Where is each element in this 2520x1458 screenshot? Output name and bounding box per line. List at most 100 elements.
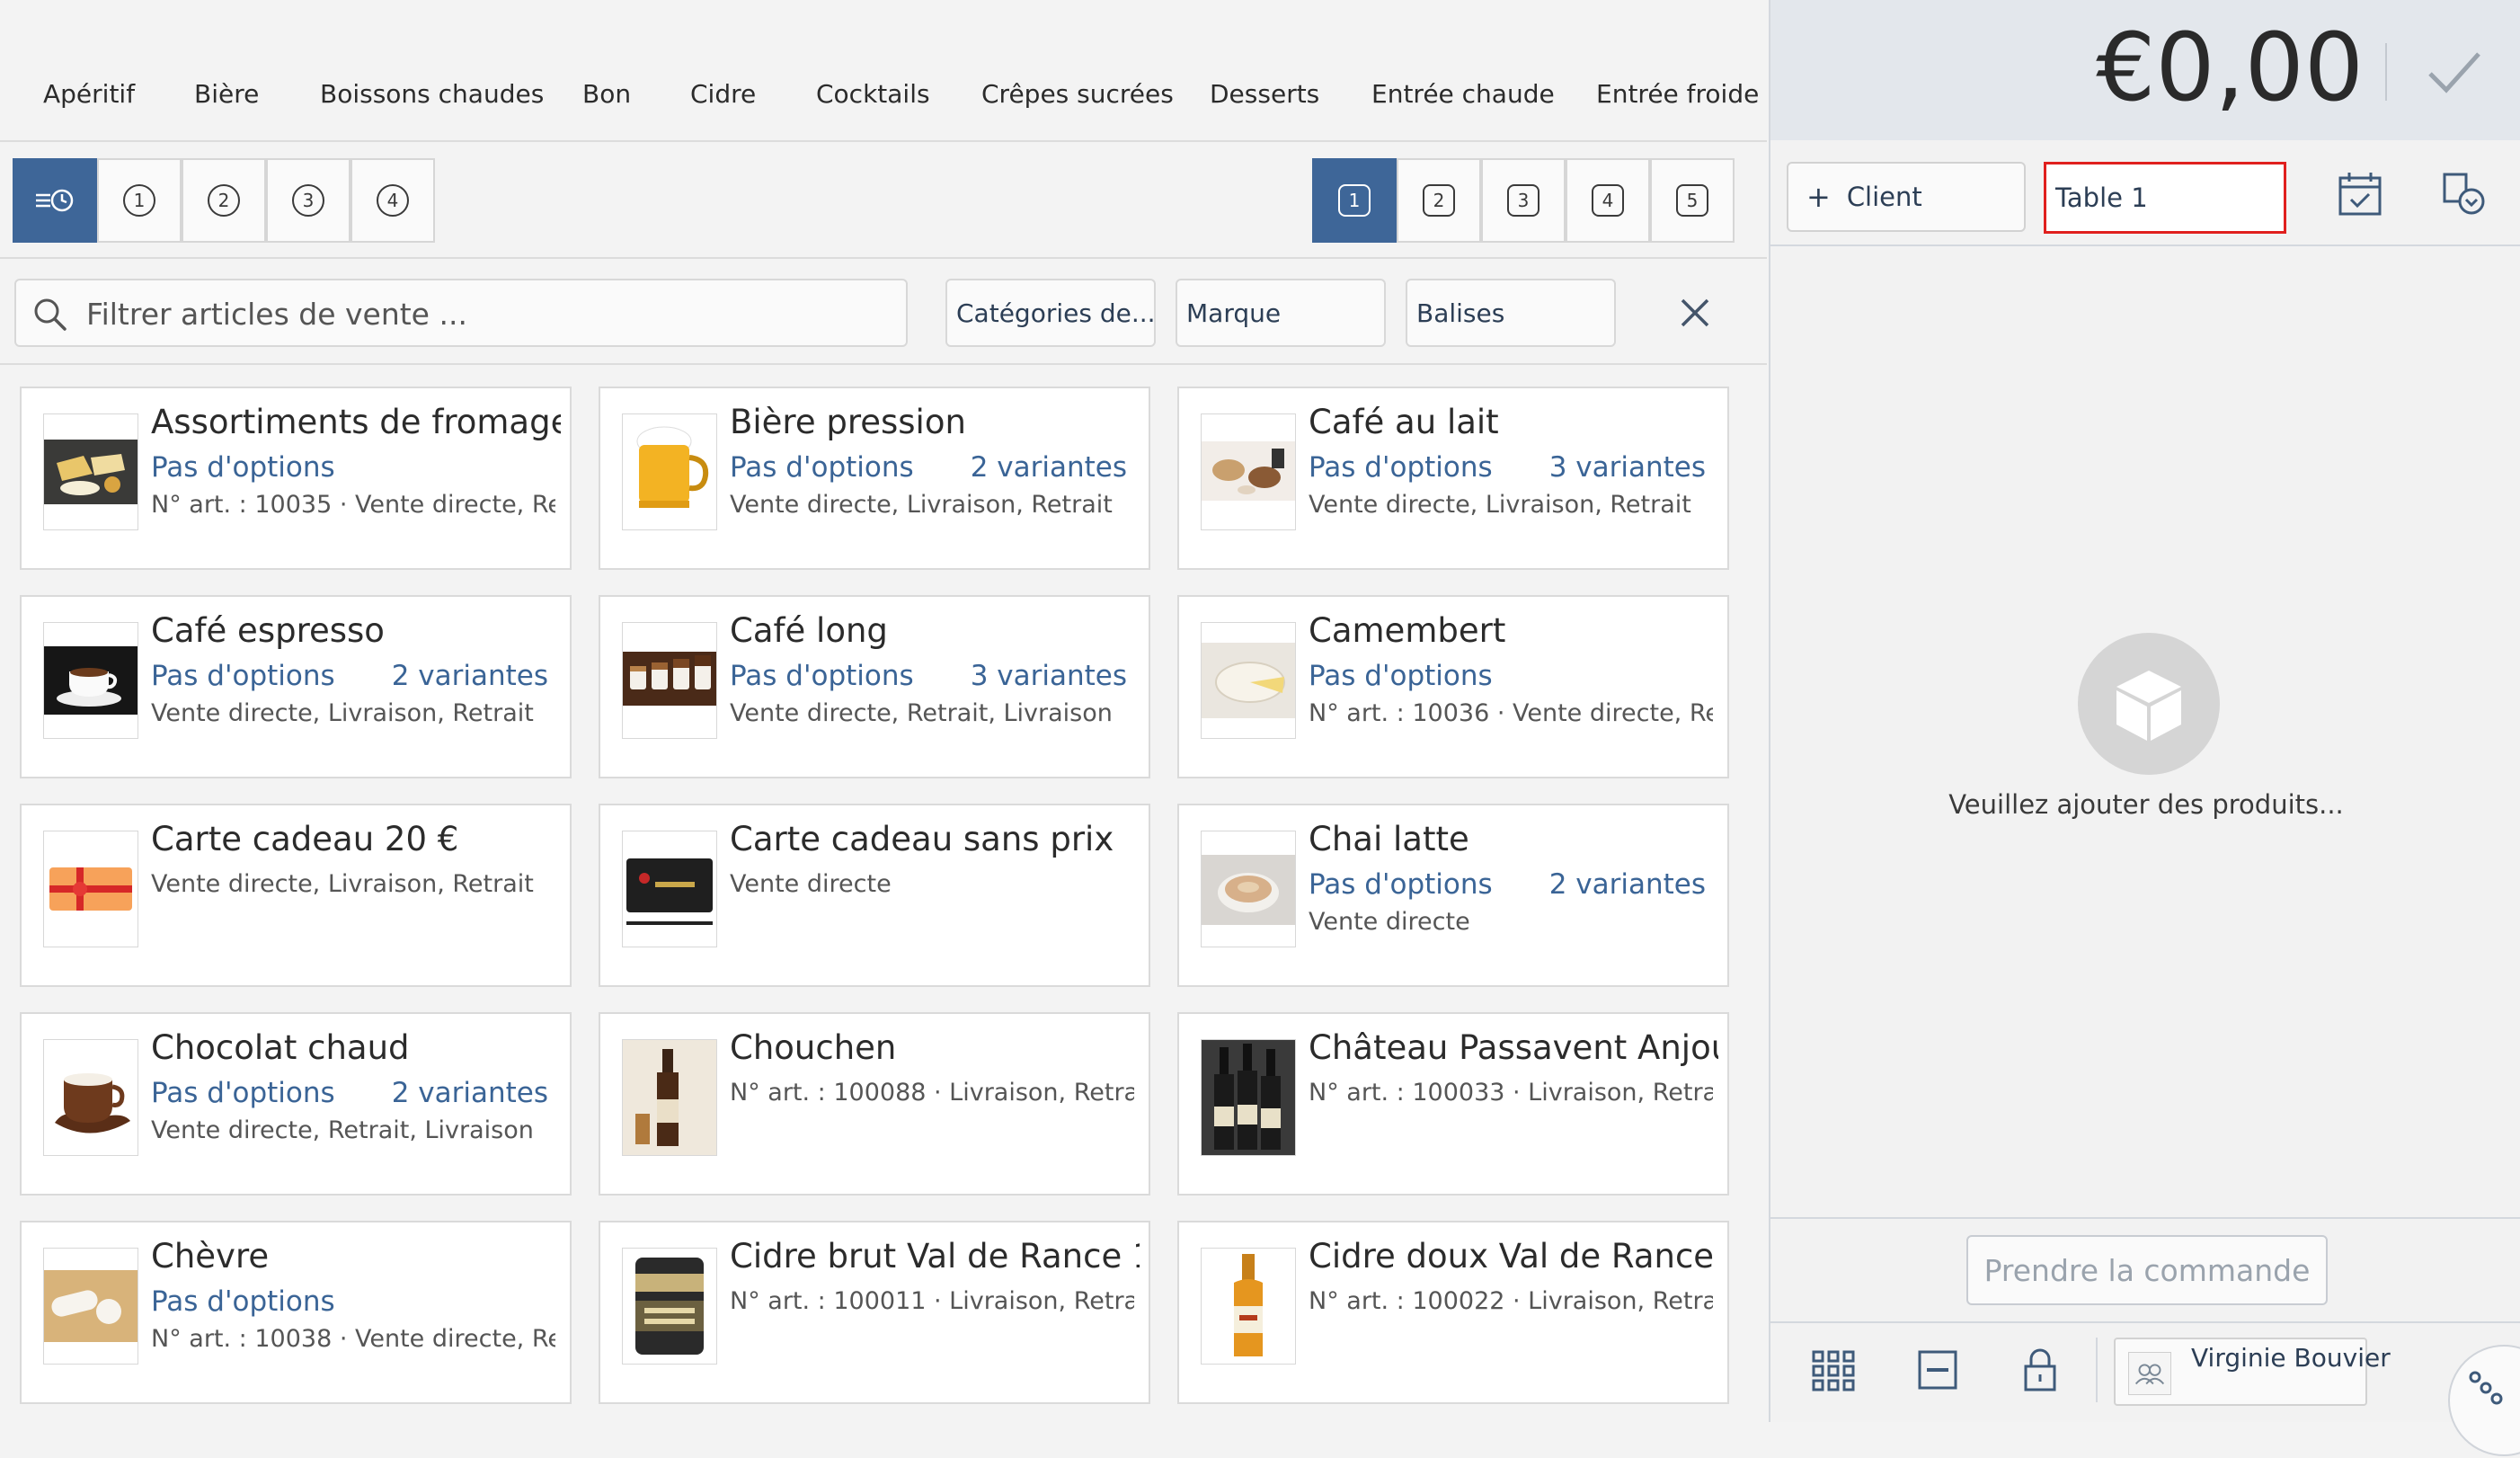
cafe-au-lait-image	[1201, 413, 1296, 530]
search-input[interactable]	[84, 280, 879, 347]
divider	[1770, 1321, 2520, 1323]
client-button-label: Client	[1846, 182, 1922, 212]
course-button-3[interactable]: 3	[266, 158, 350, 243]
product-card[interactable]: Chèvre Pas d'options N° art. : 10038 · V…	[20, 1221, 572, 1404]
corner-menu-handle[interactable]	[2448, 1345, 2520, 1456]
product-meta: N° art. : 10035 · Vente directe, Re...	[151, 491, 555, 519]
category-tab[interactable]: Crêpes sucrées	[981, 79, 1174, 109]
cidre-brut-can-image	[622, 1248, 717, 1365]
product-card[interactable]: Chocolat chaud Pas d'options 2 variantes…	[20, 1012, 572, 1196]
divider	[0, 257, 1767, 259]
category-filter-dropdown[interactable]: Catégories de...	[945, 279, 1156, 347]
product-card[interactable]: Bière pression Pas d'options 2 variantes…	[599, 387, 1150, 570]
product-meta: N° art. : 100011 · Livraison, Retra...	[730, 1287, 1134, 1315]
gift-card-image	[43, 831, 138, 947]
product-card[interactable]: Café espresso Pas d'options 2 variantes …	[20, 595, 572, 778]
product-name: Carte cadeau sans prix	[730, 820, 1114, 858]
category-tab[interactable]: Desserts	[1210, 79, 1319, 109]
seat-number: 1	[1338, 184, 1371, 217]
seat-button-5[interactable]: 5	[1650, 158, 1735, 243]
seat-button-2[interactable]: 2	[1397, 158, 1481, 243]
calendar-check-icon[interactable]	[2335, 169, 2385, 219]
chai-latte-image	[1201, 831, 1296, 947]
dots-icon	[2469, 1371, 2503, 1405]
brand-filter-dropdown[interactable]: Marque	[1176, 279, 1386, 347]
beer-mug-image	[622, 413, 717, 530]
product-name: Carte cadeau 20 €	[151, 820, 459, 858]
course-timer-button[interactable]	[13, 158, 97, 243]
course-button-2[interactable]: 2	[182, 158, 266, 243]
add-client-button[interactable]: + Client	[1787, 162, 2026, 232]
product-card[interactable]: Carte cadeau 20 € Vente directe, Livrais…	[20, 804, 572, 987]
product-meta: N° art. : 100022 · Livraison, Retra...	[1309, 1287, 1713, 1315]
transfer-order-icon[interactable]	[2439, 169, 2489, 219]
category-tab[interactable]: Bon	[582, 79, 631, 109]
search-icon	[34, 298, 67, 331]
divider	[2385, 43, 2387, 101]
goat-cheese-image	[43, 1248, 138, 1365]
product-options: Pas d'options	[1309, 868, 1493, 901]
product-variants: 3 variantes	[1548, 451, 1706, 484]
wine-bottles-image	[1201, 1039, 1296, 1156]
product-meta: Vente directe	[730, 870, 892, 898]
product-name: Assortiments de fromage.	[151, 403, 561, 441]
product-variants: 2 variantes	[391, 660, 548, 692]
seat-button-1[interactable]: 1	[1312, 158, 1397, 243]
product-card[interactable]: Cidre doux Val de Rance 1L N° art. : 100…	[1177, 1221, 1729, 1404]
lock-icon[interactable]	[2015, 1345, 2065, 1395]
product-name: Chouchen	[730, 1028, 897, 1067]
seat-number: 5	[1676, 184, 1708, 217]
course-button-4[interactable]: 4	[350, 158, 435, 243]
category-tab[interactable]: Entrée chaude	[1371, 79, 1555, 109]
seat-number: 3	[1507, 184, 1540, 217]
category-tab[interactable]: Entrée froide	[1596, 79, 1759, 109]
category-tab[interactable]: Apéritif	[43, 79, 135, 109]
product-meta: Vente directe, Retrait, Livraison	[151, 1116, 534, 1144]
divider	[1770, 244, 2520, 246]
product-variants: 2 variantes	[391, 1077, 548, 1109]
product-name: Cidre doux Val de Rance 1L	[1309, 1237, 1718, 1276]
product-card[interactable]: Chai latte Pas d'options 2 variantes Ven…	[1177, 804, 1729, 987]
product-meta: N° art. : 100088 · Livraison, Retra...	[730, 1079, 1134, 1107]
minimize-icon[interactable]	[1912, 1345, 1963, 1395]
cidre-doux-bottle-image	[1201, 1248, 1296, 1365]
product-variants: 3 variantes	[970, 660, 1127, 692]
product-name: Chai latte	[1309, 820, 1469, 858]
take-order-button[interactable]: Prendre la commande	[1966, 1235, 2328, 1305]
seat-number: 4	[1592, 184, 1624, 217]
product-card[interactable]: Carte cadeau sans prix Vente directe	[599, 804, 1150, 987]
product-meta: Vente directe, Livraison, Retrait	[151, 870, 534, 898]
tags-filter-dropdown[interactable]: Balises	[1406, 279, 1616, 347]
product-card[interactable]: Château Passavent Anjou N° art. : 100033…	[1177, 1012, 1729, 1196]
search-box[interactable]	[14, 279, 908, 347]
category-tab[interactable]: Bière	[194, 79, 259, 109]
category-tab[interactable]: Boissons chaudes	[320, 79, 544, 109]
seat-button-4[interactable]: 4	[1566, 158, 1650, 243]
product-name: Chèvre	[151, 1237, 270, 1276]
table-field[interactable]: Table 1	[2044, 162, 2286, 234]
category-tab[interactable]: Cocktails	[816, 79, 930, 109]
seat-button-3[interactable]: 3	[1481, 158, 1566, 243]
product-card[interactable]: Café long Pas d'options 3 variantes Vent…	[599, 595, 1150, 778]
product-card[interactable]: Assortiments de fromage. Pas d'options N…	[20, 387, 572, 570]
camembert-image	[1201, 622, 1296, 739]
grid-icon[interactable]	[1808, 1345, 1859, 1395]
user-button[interactable]: Virginie Bouvier	[2114, 1338, 2391, 1406]
product-card[interactable]: Chouchen N° art. : 100088 · Livraison, R…	[599, 1012, 1150, 1196]
clear-filters-icon[interactable]	[1677, 295, 1713, 331]
course-button-1[interactable]: 1	[97, 158, 182, 243]
product-card[interactable]: Café au lait Pas d'options 3 variantes V…	[1177, 387, 1729, 570]
product-card[interactable]: Cidre brut Val de Rance 1L N° art. : 100…	[599, 1221, 1150, 1404]
product-name: Bière pression	[730, 403, 966, 441]
order-total-bar: €0,00	[1770, 0, 2520, 140]
empty-cart-icon	[2078, 633, 2220, 775]
category-tab[interactable]: Cidre	[690, 79, 756, 109]
seat-number: 2	[1423, 184, 1455, 217]
confirm-check-icon[interactable]	[2418, 36, 2489, 108]
course-number: 1	[123, 184, 155, 217]
product-options: Pas d'options	[730, 660, 914, 692]
product-card[interactable]: Camembert Pas d'options N° art. : 10036 …	[1177, 595, 1729, 778]
product-options: Pas d'options	[151, 451, 335, 484]
product-meta: N° art. : 10036 · Vente directe, Re...	[1309, 699, 1713, 727]
product-meta: Vente directe, Livraison, Retrait	[1309, 491, 1691, 519]
